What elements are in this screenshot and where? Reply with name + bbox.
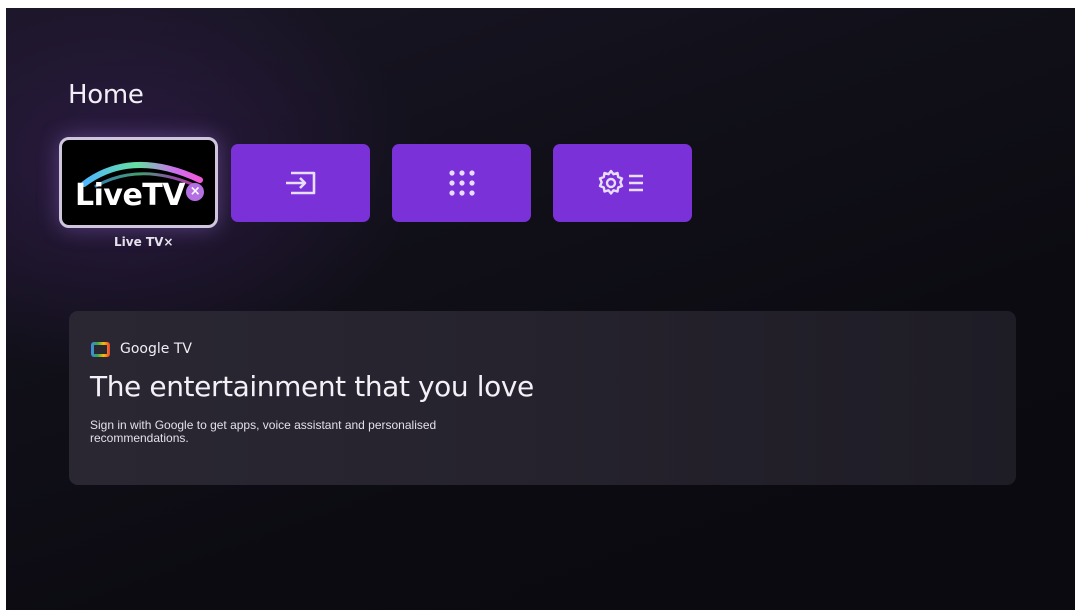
live-tv-badge-icon: × [185, 183, 204, 201]
google-tv-brand: Google TV [91, 341, 192, 357]
tv-home-screen: Home LiveTV × Live TV× Google TV The ent… [6, 8, 1075, 610]
google-tv-signin-card[interactable]: Google TV The entertainment that you lov… [69, 311, 1016, 485]
google-tv-logo-icon [91, 342, 110, 357]
page-title: Home [68, 80, 144, 110]
input-source-icon [281, 168, 321, 198]
settings-icon [597, 168, 649, 198]
google-tv-description: Sign in with Google to get apps, voice a… [90, 418, 437, 445]
live-tv-logo: LiveTV × [75, 178, 204, 213]
live-tv-caption: Live TV× [114, 235, 174, 249]
input-source-tile[interactable] [231, 144, 370, 222]
apps-grid-icon [445, 168, 479, 198]
live-tv-app-tile[interactable]: LiveTV × [59, 137, 218, 228]
settings-tile[interactable] [553, 144, 692, 222]
live-tv-logo-text: LiveTV [75, 178, 185, 213]
google-tv-heading: The entertainment that you love [90, 370, 534, 403]
apps-grid-tile[interactable] [392, 144, 531, 222]
google-tv-brand-name: Google TV [120, 341, 192, 357]
